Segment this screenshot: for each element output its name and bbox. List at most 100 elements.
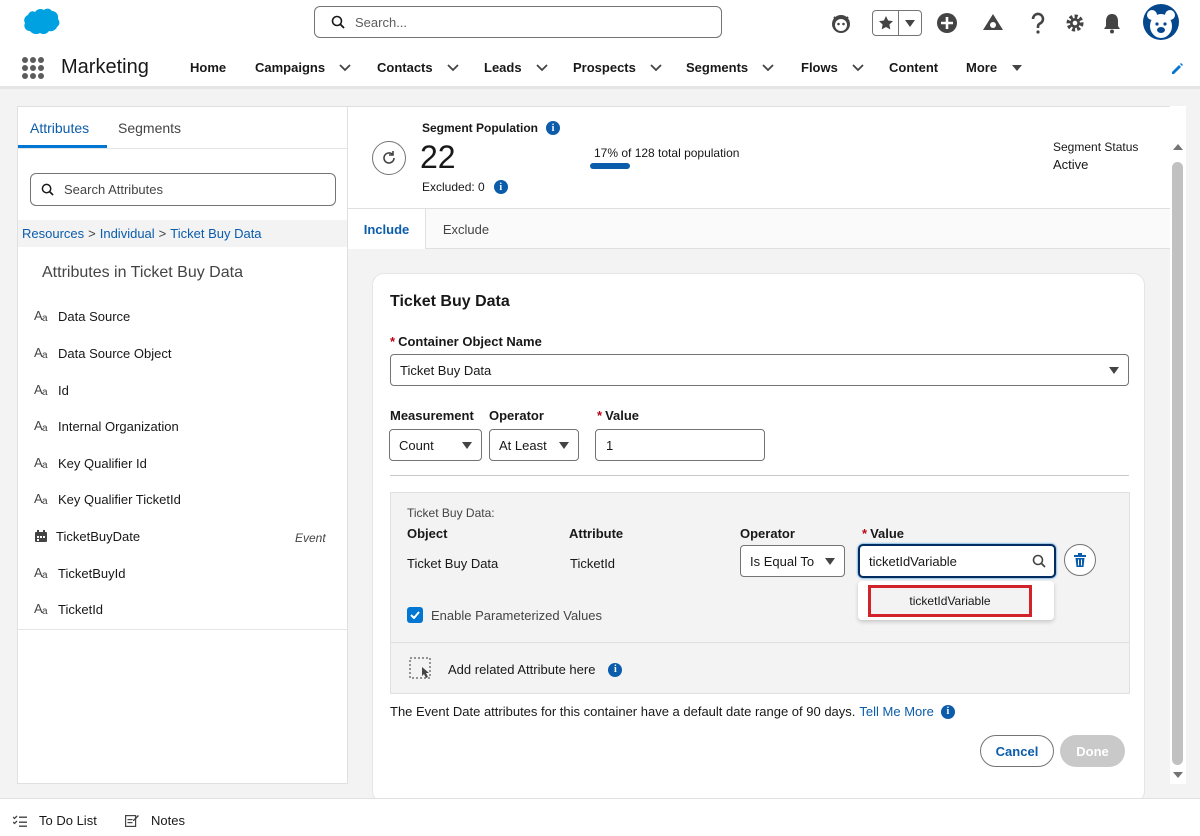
container-object-select[interactable]: Ticket Buy Data bbox=[390, 354, 1129, 386]
filter-object: Ticket Buy Data bbox=[407, 556, 499, 571]
add-icon[interactable] bbox=[935, 11, 959, 35]
info-icon[interactable]: i bbox=[940, 704, 955, 719]
filter-container-label: Ticket Buy Data: bbox=[407, 506, 495, 520]
operator-label: Operator bbox=[489, 408, 544, 423]
filter-operator-select[interactable]: Is Equal To bbox=[740, 545, 845, 577]
input-value: ticketIdVariable bbox=[869, 553, 957, 569]
refresh-population-button[interactable] bbox=[372, 141, 406, 175]
filter-value-input[interactable]: ticketIdVariable bbox=[858, 544, 1056, 578]
divider bbox=[391, 642, 1129, 643]
attribute-item[interactable]: Aa Key Qualifier Id bbox=[34, 453, 147, 473]
user-avatar[interactable] bbox=[1143, 4, 1179, 40]
info-icon[interactable]: i bbox=[493, 180, 508, 194]
attribute-search-input[interactable]: Search Attributes bbox=[30, 173, 336, 206]
chevron-down-icon[interactable] bbox=[446, 63, 459, 72]
scroll-down-arrow-icon[interactable] bbox=[1173, 772, 1183, 778]
help-icon[interactable] bbox=[1026, 11, 1050, 35]
attribute-list-heading: Attributes in Ticket Buy Data bbox=[42, 264, 243, 281]
attribute-item[interactable]: Aa Internal Organization bbox=[34, 416, 179, 436]
tab-segments[interactable]: Segments bbox=[118, 120, 181, 136]
breadcrumb-ticket-buy-data[interactable]: Ticket Buy Data bbox=[170, 226, 261, 241]
attribute-item[interactable]: Aa Data Source bbox=[34, 306, 130, 326]
operator-select[interactable]: At Least bbox=[489, 429, 579, 461]
parameterized-values-checkbox[interactable] bbox=[407, 607, 423, 623]
global-search-input[interactable]: Search... bbox=[314, 6, 722, 38]
chevron-down-icon[interactable] bbox=[650, 63, 662, 72]
nav-item-home[interactable]: Home bbox=[190, 60, 226, 75]
attribute-item[interactable]: Aa Key Qualifier TicketId bbox=[34, 489, 181, 509]
tab-exclude[interactable]: Exclude bbox=[426, 209, 506, 249]
setup-gear-icon[interactable] bbox=[1063, 11, 1087, 35]
delete-filter-button[interactable] bbox=[1064, 544, 1096, 576]
caret-down-icon bbox=[462, 442, 472, 449]
cancel-button[interactable]: Cancel bbox=[980, 735, 1054, 767]
search-icon bbox=[331, 15, 345, 29]
attribute-item[interactable]: Aa TicketBuyId bbox=[34, 563, 125, 583]
trailhead-icon[interactable] bbox=[981, 11, 1005, 35]
nav-item-prospects[interactable]: Prospects bbox=[573, 60, 662, 75]
attribute-label: TicketBuyId bbox=[58, 565, 126, 581]
text-type-icon: Aa bbox=[34, 565, 48, 581]
value-suggestion-dropdown: ticketIdVariable bbox=[858, 581, 1054, 620]
chevron-down-icon[interactable] bbox=[339, 63, 351, 72]
select-value: Ticket Buy Data bbox=[400, 362, 492, 378]
attribute-item[interactable]: Aa Data Source Object bbox=[34, 343, 171, 363]
chevron-down-icon[interactable] bbox=[535, 63, 548, 72]
population-percentage-text: 17% of 128 total population bbox=[594, 146, 740, 160]
nav-item-segments[interactable]: Segments bbox=[686, 60, 774, 75]
info-icon[interactable]: i bbox=[608, 662, 623, 677]
nav-item-more[interactable]: More bbox=[966, 60, 1023, 75]
required-marker: * bbox=[597, 408, 603, 423]
utility-notes[interactable]: Notes bbox=[125, 813, 185, 828]
utility-label: Notes bbox=[151, 813, 185, 828]
tab-attributes[interactable]: Attributes bbox=[30, 120, 89, 136]
tab-include[interactable]: Include bbox=[348, 209, 426, 250]
nav-item-campaigns[interactable]: Campaigns bbox=[255, 60, 351, 75]
divider bbox=[18, 629, 347, 630]
favorites-button-group[interactable] bbox=[872, 10, 922, 36]
breadcrumb-individual[interactable]: Individual bbox=[100, 226, 155, 241]
caret-down-icon[interactable] bbox=[1011, 64, 1023, 72]
column-value: * Value bbox=[862, 526, 905, 541]
breadcrumb-resources[interactable]: Resources bbox=[22, 226, 84, 241]
salesforce-logo[interactable] bbox=[18, 8, 60, 38]
scrollbar-thumb[interactable] bbox=[1172, 162, 1183, 765]
dropdown-option[interactable]: ticketIdVariable bbox=[868, 585, 1032, 617]
attribute-label: Data Source bbox=[58, 308, 131, 324]
divider bbox=[18, 148, 347, 149]
app-launcher-icon[interactable] bbox=[22, 57, 44, 79]
nav-item-content[interactable]: Content bbox=[889, 60, 938, 75]
chevron-down-icon[interactable] bbox=[762, 63, 774, 72]
star-icon[interactable] bbox=[873, 11, 899, 35]
chevron-down-icon[interactable] bbox=[899, 11, 921, 35]
select-value: At Least bbox=[499, 437, 547, 453]
refresh-icon bbox=[383, 151, 395, 164]
divider bbox=[390, 475, 1129, 476]
main-scrollbar[interactable] bbox=[1170, 106, 1186, 784]
attribute-item[interactable]: Aa Id bbox=[34, 380, 69, 400]
info-icon[interactable]: i bbox=[546, 121, 561, 135]
nav-item-leads[interactable]: Leads bbox=[484, 60, 548, 75]
app-name: Marketing bbox=[61, 56, 149, 78]
nav-item-flows[interactable]: Flows bbox=[801, 60, 864, 75]
tell-me-more-link[interactable]: Tell Me More bbox=[859, 704, 933, 719]
search-placeholder: Search... bbox=[355, 14, 408, 30]
notifications-bell-icon[interactable] bbox=[1100, 11, 1124, 35]
value-input[interactable]: 1 bbox=[595, 429, 765, 461]
chevron-down-icon[interactable] bbox=[852, 63, 864, 72]
segment-population-count: 22 bbox=[420, 139, 456, 175]
caret-down-icon bbox=[1109, 367, 1119, 374]
scroll-up-arrow-icon[interactable] bbox=[1173, 144, 1183, 150]
measurement-select[interactable]: Count bbox=[389, 429, 482, 461]
agent-astro-icon[interactable] bbox=[829, 11, 853, 35]
utility-todo-list[interactable]: To Do List bbox=[13, 813, 97, 828]
attribute-item[interactable]: Aa TicketId bbox=[34, 599, 103, 619]
attribute-item[interactable]: TicketBuyDate bbox=[34, 526, 140, 546]
done-button[interactable]: Done bbox=[1060, 735, 1125, 767]
add-related-attribute-dropzone[interactable]: Add related Attribute here i bbox=[448, 662, 623, 677]
edit-pencil-icon[interactable] bbox=[1170, 62, 1184, 76]
attribute-label: Key Qualifier Id bbox=[58, 455, 147, 471]
card-title: Ticket Buy Data bbox=[390, 293, 510, 310]
event-tag: Event bbox=[295, 531, 326, 545]
nav-item-contacts[interactable]: Contacts bbox=[377, 60, 459, 75]
